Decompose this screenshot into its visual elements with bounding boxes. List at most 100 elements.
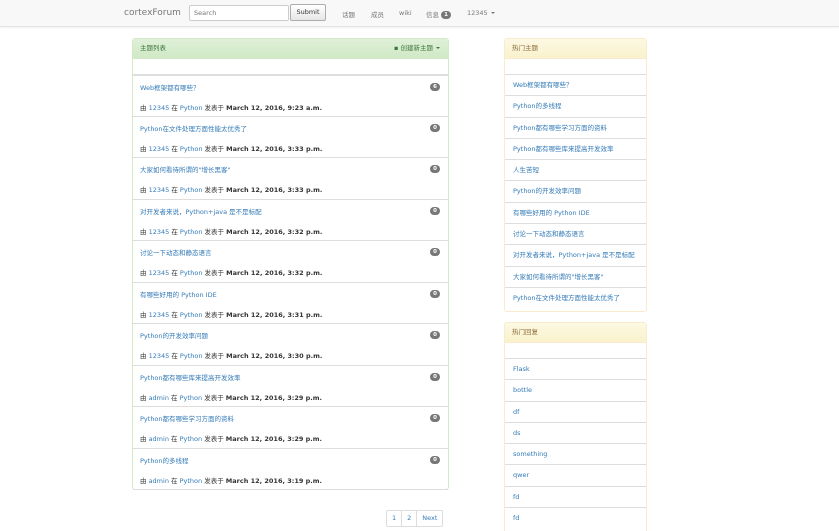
topic-title-link[interactable]: 对开发者来说，Python+java 是不是标配 (140, 206, 262, 216)
hot-replies-title: 热门回复 (505, 323, 646, 343)
hot-reply-item[interactable]: qwer (505, 465, 646, 487)
hot-reply-item[interactable]: df (505, 402, 646, 423)
hot-reply-item[interactable]: Flask (505, 359, 646, 381)
topic-row: 对开发者来说，Python+java 是不是标配 0 由 12345 在 Pytho… (133, 200, 448, 241)
page-2[interactable]: 2 (402, 511, 418, 526)
meta-in: 在 (171, 227, 178, 236)
post-date: March 12, 2016, 3:32 p.m. (226, 269, 323, 277)
category-link[interactable]: Python (180, 145, 203, 153)
meta-posted: 发表于 (204, 310, 225, 319)
search-input[interactable] (189, 5, 289, 21)
meta-posted: 发表于 (204, 352, 225, 360)
reply-count-badge: 0 (430, 248, 440, 256)
topic-row: Web框架都有哪些？ 6 由 12345 在 Python 发表于 March 12… (133, 75, 448, 117)
category-link[interactable]: Python (180, 269, 203, 277)
reply-count-badge: 0 (430, 206, 440, 215)
topic-title-link[interactable]: Python的多线程 (140, 455, 189, 465)
post-date: March 12, 2016, 9:23 a.m. (226, 104, 323, 112)
reply-count-badge: 0 (430, 165, 440, 173)
author-link[interactable]: 12345 (149, 311, 170, 319)
topic-meta: 由 admin 在 Python 发表于 March 12, 2016, 3:2… (140, 392, 322, 402)
post-date: March 12, 2016, 3:32 p.m. (226, 227, 323, 236)
author-link[interactable]: 12345 (149, 352, 170, 360)
author-link[interactable]: admin (149, 477, 169, 485)
hot-topic-item[interactable]: Python在文件处理方面性能太优秀了 (505, 288, 646, 309)
post-date: March 12, 2016, 3:29 p.m. (225, 435, 322, 443)
topic-title-link[interactable]: Python在文件处理方面性能太优秀了 (140, 123, 247, 133)
nav-members[interactable]: 成员 (371, 9, 384, 19)
meta-posted: 发表于 (204, 186, 225, 194)
post-date: March 12, 2016, 3:33 p.m. (226, 144, 323, 153)
author-link[interactable]: admin (149, 394, 169, 402)
topic-row: 讨论一下动态和静态语言 0 由 12345 在 Python 发表于 March 1… (133, 241, 448, 283)
nav-messages[interactable]: 信息 1 (426, 9, 451, 19)
nav-wiki[interactable]: wiki (399, 9, 412, 17)
messages-badge: 1 (441, 11, 451, 19)
hot-reply-item[interactable]: bottle (505, 380, 646, 402)
pagination: 1 2 Next (386, 510, 444, 527)
nav-topics[interactable]: 话题 (342, 9, 355, 19)
hot-reply-item[interactable]: fd (505, 508, 646, 529)
create-topic-label: 创建新主题 (400, 44, 434, 52)
topic-title-link[interactable]: Python都有哪些库来提高开发效率 (140, 372, 241, 382)
create-topic-dropdown[interactable]: ▪ 创建新主题 (394, 39, 440, 58)
author-link[interactable]: admin (149, 435, 169, 443)
submit-button[interactable]: Submit (290, 4, 326, 21)
page-1[interactable]: 1 (387, 511, 403, 526)
topic-title-link[interactable]: 有哪些好用的 Python IDE (140, 289, 217, 299)
category-link[interactable]: Python (180, 311, 203, 319)
author-link[interactable]: 12345 (149, 228, 170, 236)
hot-topic-item[interactable]: 有哪些好用的 Python IDE (505, 203, 646, 225)
meta-in: 在 (171, 352, 178, 360)
author-link[interactable]: 12345 (149, 269, 170, 277)
category-link[interactable]: Python (180, 104, 203, 112)
category-link[interactable]: Python (180, 477, 203, 485)
meta-by: 由 (140, 104, 147, 112)
hot-topic-item[interactable]: Python的多线程 (505, 96, 646, 118)
author-link[interactable]: 12345 (149, 145, 170, 153)
category-link[interactable]: Python (180, 228, 203, 236)
reply-count-badge: 0 (430, 414, 440, 422)
hot-topic-item[interactable]: 大家如何看待所谓的"增长黑客" (505, 267, 646, 288)
meta-posted: 发表于 (204, 104, 225, 112)
user-menu[interactable]: 12345 (467, 9, 495, 17)
next-page-button[interactable]: Next (417, 511, 442, 526)
hot-topic-item[interactable]: 人生苦短 (505, 160, 646, 182)
hot-topic-item[interactable]: Python都有哪些库来提高开发效率 (505, 139, 646, 161)
brand-logo[interactable]: cortexForum (124, 8, 181, 18)
author-link[interactable]: 12345 (149, 104, 170, 112)
topic-row: Python的多线程 0 由 admin 在 Python 发表于 March 12… (133, 449, 448, 490)
category-link[interactable]: Python (180, 394, 203, 402)
user-name: 12345 (467, 9, 488, 17)
hot-topic-item[interactable]: Python的开发效率问题 (505, 181, 646, 203)
topic-title-link[interactable]: Web框架都有哪些？ (140, 82, 200, 92)
meta-in: 在 (171, 476, 178, 485)
category-link[interactable]: Python (180, 435, 203, 443)
category-link[interactable]: Python (180, 186, 203, 194)
caret-down-icon (436, 47, 440, 49)
category-link[interactable]: Python (180, 352, 203, 360)
topic-title-link[interactable]: 讨论一下动态和静态语言 (140, 247, 212, 257)
topic-title-link[interactable]: 大家如何看待所谓的"增长黑客" (140, 164, 230, 174)
topic-meta: 由 12345 在 Python 发表于 March 12, 2016, 3:3… (140, 143, 322, 153)
reply-count-badge: 0 (430, 289, 440, 298)
meta-in: 在 (171, 393, 178, 402)
hot-topic-item[interactable]: Python都有哪些学习方面的资料 (505, 118, 646, 139)
meta-in: 在 (171, 269, 178, 277)
topic-row: 大家如何看待所谓的"增长黑客" 0 由 12345 在 Python 发表于 Mar… (133, 158, 448, 200)
topic-meta: 由 12345 在 Python 发表于 March 12, 2016, 9:2… (140, 102, 322, 112)
topic-row: Python都有哪些学习方面的资料 0 由 admin 在 Python 发表于 M… (133, 407, 448, 449)
topic-title-link[interactable]: Python都有哪些学习方面的资料 (140, 413, 234, 423)
hot-reply-item[interactable]: fd (505, 487, 646, 509)
hot-topic-item[interactable]: Web框架都有哪些？ (505, 75, 646, 97)
hot-topic-item[interactable]: 讨论一下动态和静态语言 (505, 224, 646, 246)
hot-reply-item[interactable]: something (505, 444, 646, 466)
hot-reply-item[interactable]: ds (505, 423, 646, 445)
meta-in: 在 (171, 186, 178, 194)
meta-by: 由 (140, 227, 147, 236)
author-link[interactable]: 12345 (149, 186, 170, 194)
topic-list-heading: 主题列表 ▪ 创建新主题 (133, 39, 448, 59)
topic-title-link[interactable]: Python的开发效率问题 (140, 330, 208, 340)
hot-topic-item[interactable]: 对开发者来说，Python+java 是不是标配 (505, 245, 646, 267)
meta-posted: 发表于 (204, 144, 225, 153)
